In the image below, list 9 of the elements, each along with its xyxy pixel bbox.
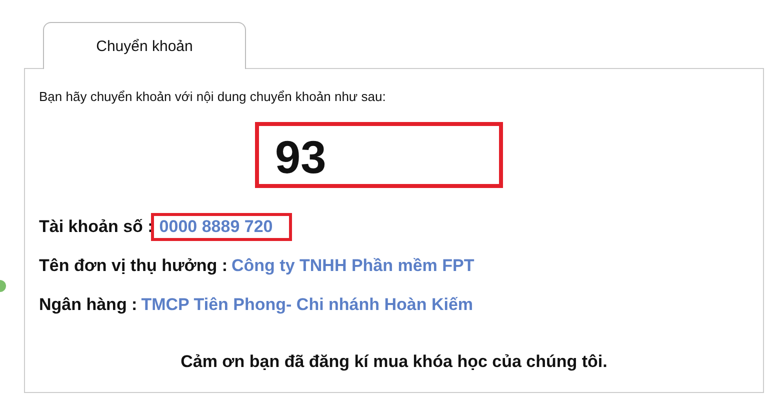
thanks-text: Cảm ơn bạn đã đăng kí mua khóa học của chúng tôi. (180, 352, 608, 371)
detail-label: Ngân hàng : (39, 295, 138, 315)
detail-value: TMCP Tiên Phong- Chi nhánh Hoàn Kiếm (141, 295, 474, 315)
tab[interactable]: Chuyển khoản (43, 22, 246, 69)
detail-value: Công ty TNHH Phần mềm FPT (232, 256, 474, 276)
detail-value: 0000 8889 720 (151, 213, 292, 241)
detail-label: Tên đơn vị thụ hưởng : (39, 256, 228, 276)
instruction-text: Bạn hãy chuyển khoản với nội dung chuyển khoản như sau: (39, 89, 387, 104)
transfer-code: 93 (255, 122, 503, 188)
